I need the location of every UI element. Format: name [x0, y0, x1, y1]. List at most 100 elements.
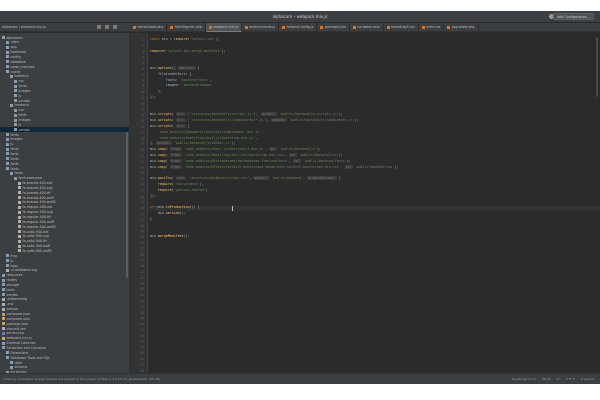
- code-token: ,: [255, 135, 258, 140]
- code-token: );: [316, 147, 321, 152]
- code-editor[interactable]: const mix = require('laravel-mix'); requi…: [148, 33, 600, 373]
- line-number: 27: [140, 188, 144, 193]
- font-icon: [2, 327, 5, 331]
- line-number: 50: [140, 322, 144, 327]
- folder-icon: [14, 84, 17, 88]
- tab-5[interactable]: package.json: [317, 23, 350, 32]
- code-token: ,: [340, 164, 345, 169]
- collapse-icon[interactable]: [105, 25, 109, 29]
- code-token: src:: [175, 176, 186, 181]
- tab-0[interactable]: home.blade.php: [130, 23, 168, 32]
- code-line[interactable]: const mix = require('laravel-mix');: [150, 37, 220, 43]
- code-token: require: [157, 187, 172, 192]
- folder-icon: [14, 176, 17, 180]
- code-token: ();: [179, 211, 186, 215]
- breadcrumb[interactable]: alphacom ⟩ webpack.mix.js: [2, 25, 46, 29]
- status-line-separator[interactable]: LF: [557, 377, 560, 381]
- folder-icon: [6, 167, 9, 171]
- code-line[interactable]: require('laravel-mix-merge-manifest');: [150, 49, 225, 55]
- code-token: copy: [157, 158, 166, 163]
- code-token: [: [185, 124, 190, 128]
- editor-scrollbar[interactable]: [596, 37, 598, 97]
- tree-item[interactable]: vendor: [0, 127, 129, 133]
- code-line[interactable]: mix.version();: [150, 211, 186, 217]
- status-message[interactable]: Indexing completed: shared indexes are a…: [3, 377, 160, 381]
- code-token: mix.: [150, 176, 158, 181]
- folder-icon: [14, 99, 17, 103]
- code-token: 'backend/images': [181, 83, 214, 88]
- line-number: 14: [140, 113, 144, 118]
- tab-label: main.css: [426, 25, 441, 29]
- add-configuration-button[interactable]: Add Configuration...: [553, 13, 594, 20]
- status-line-col[interactable]: 30:36: [542, 377, 551, 381]
- folder-icon: [6, 137, 9, 141]
- code-token: ]);: [150, 193, 156, 198]
- file-icon: [386, 25, 390, 29]
- folder-icon: [6, 356, 9, 360]
- tab-8[interactable]: main.css: [419, 23, 445, 32]
- code-token: 'public/backend': [269, 176, 303, 181]
- code-token: copy: [157, 153, 166, 157]
- line-number: 21: [140, 154, 144, 158]
- line-number: 56: [140, 357, 144, 361]
- gear-icon[interactable]: [113, 25, 117, 29]
- line-number: 44: [140, 287, 144, 292]
- window-title: alphacom – webpack.mix.js: [272, 14, 328, 19]
- code-line[interactable]: require('postcss-nested'): [150, 188, 208, 194]
- font-icon: [18, 234, 21, 238]
- code-token: scripts: [157, 112, 172, 117]
- font-icon: [2, 302, 5, 306]
- code-token: mergeManifest: [157, 234, 184, 239]
- tab-7[interactable]: bootstrap4.css: [384, 23, 419, 32]
- js-icon: [2, 336, 5, 340]
- code-line[interactable]: ]);: [150, 194, 156, 200]
- tab-1[interactable]: html5bgcms.php: [167, 23, 206, 32]
- code-token: images:: [150, 83, 182, 88]
- tab-3[interactable]: environments.js: [242, 23, 280, 32]
- code-token: ),: [199, 182, 204, 186]
- code-token: 'node_modules/bootstrap/dist/css/bootstr…: [181, 153, 286, 157]
- status-language[interactable]: TypeScript 4.1.3: [512, 377, 536, 381]
- status-indent[interactable]: 4 spaces: [581, 377, 594, 381]
- folder-icon: [2, 293, 5, 297]
- font-icon: [18, 186, 21, 190]
- code-line[interactable]: });: [150, 95, 156, 101]
- code-line[interactable]: mix.mergeManifest();: [150, 234, 190, 240]
- code-token: ['resources/backend/js/components/*.js']: [185, 118, 268, 123]
- tab-2[interactable]: webpack.mix.js: [205, 23, 243, 32]
- code-line[interactable]: }: [150, 217, 152, 223]
- line-number: 33: [140, 223, 144, 228]
- code-token: (mix.: [155, 205, 166, 210]
- folder-icon: [14, 79, 17, 83]
- locate-icon[interactable]: [97, 25, 101, 29]
- code-token: version: [165, 211, 180, 215]
- code-line[interactable]: mix.copy( from: 'node_modules/@ttskch/se…: [150, 164, 398, 171]
- code-token: 'tailwindcss': [173, 182, 200, 186]
- code-token: 'postcss-nested': [173, 187, 206, 192]
- folder-icon: [6, 70, 9, 74]
- folder-icon: [14, 128, 17, 132]
- code-token: mix.: [150, 124, 158, 128]
- code-token: 'public/backend/js/scripts.js': [277, 112, 339, 117]
- line-number: 58: [140, 368, 144, 373]
- code-token: fonts:: [150, 77, 180, 82]
- project-tree-scrollbar[interactable]: [126, 128, 128, 278]
- code-token: mix.: [150, 158, 158, 163]
- folder-icon: [2, 288, 5, 292]
- code-token: from:: [169, 153, 182, 157]
- status-encoding[interactable]: UTF-8: [566, 377, 575, 381]
- line-number: 51: [140, 328, 144, 332]
- tab-4[interactable]: tailwind.config.js: [279, 23, 318, 32]
- folder-icon: [6, 60, 9, 64]
- font-icon: [18, 244, 21, 248]
- code-token: );: [338, 153, 343, 157]
- font-icon: [18, 249, 21, 253]
- code-token: mix.: [150, 211, 166, 215]
- code-token: mix.: [150, 164, 158, 169]
- tab-9[interactable]: app.blade.php: [444, 23, 479, 32]
- code-token: output:: [261, 112, 278, 117]
- tab-6[interactable]: variables.scss: [350, 23, 384, 32]
- code-token: to:: [289, 153, 297, 157]
- code-token: [: [336, 176, 341, 181]
